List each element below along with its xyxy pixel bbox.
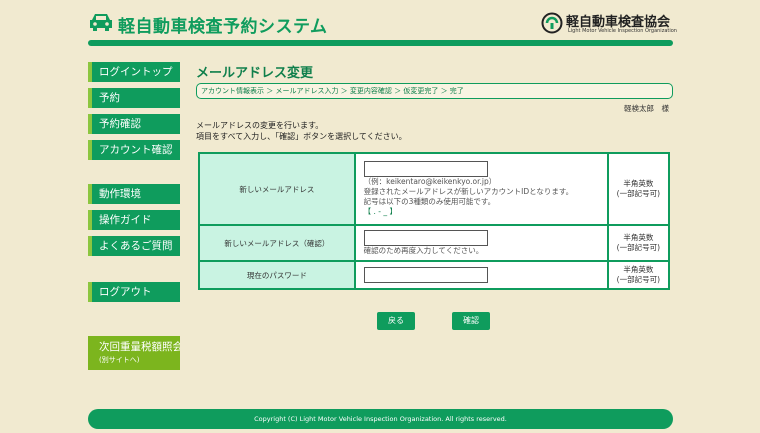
- site-title: 軽自動車検査予約システム: [118, 17, 328, 37]
- confirm-email-hint: 確認のため再度入力してください。: [363, 246, 484, 255]
- confirm-email-note: 半角英数 (一部記号可): [606, 224, 671, 262]
- header: 軽自動車検査予約システム 軽自動車検査協会 Light Motor Vehicl…: [88, 8, 677, 38]
- weight-tax-label: 次回重量税額照会: [99, 341, 180, 353]
- org-subtitle: Light Motor Vehicle Inspection Organizat…: [568, 28, 677, 34]
- breadcrumb: アカウント情報表示 ＞ メールアドレス入力 ＞ 変更内容確認 ＞ 仮変更完了 ＞…: [196, 83, 673, 99]
- new-email-note: 半角英数 (一部記号可): [606, 152, 671, 226]
- intro-text: メールアドレスの変更を行います。 項目をすべて入力し、「確認」ボタンを選択してく…: [196, 120, 407, 142]
- note-line-2: (一部記号可): [616, 243, 661, 252]
- note-line-1: 半角英数: [623, 179, 654, 188]
- current-password-label: 現在のパスワード: [198, 260, 356, 290]
- header-divider: [88, 40, 673, 46]
- new-email-hint-symbols: 記号は以下の3種類のみ使用可能です。: [363, 197, 496, 206]
- new-email-hint-id: 登録されたメールアドレスが新しいアカウントIDとなります。: [363, 187, 574, 196]
- intro-line-1: メールアドレスの変更を行います。: [196, 121, 324, 130]
- current-password-input[interactable]: [363, 267, 488, 283]
- sidebar-item-account-check[interactable]: アカウント確認: [88, 140, 180, 160]
- org-logo: 軽自動車検査協会 Light Motor Vehicle Inspection …: [541, 10, 677, 38]
- table-row: 現在のパスワード 半角英数 (一部記号可): [198, 260, 671, 290]
- new-email-input[interactable]: [363, 161, 488, 177]
- sidebar-item-reservation-check[interactable]: 予約確認: [88, 114, 180, 134]
- sidebar-item-environment[interactable]: 動作環境: [88, 184, 180, 204]
- user-name: 軽検太郎 様: [624, 104, 669, 113]
- new-email-example: （例：keikentaro@keikenkyo.or.jp）: [363, 177, 497, 186]
- email-change-form: 新しいメールアドレス （例：keikentaro@keikenkyo.or.jp…: [198, 152, 671, 290]
- footer-copyright: Copyright (C) Light Motor Vehicle Inspec…: [88, 409, 673, 429]
- confirm-email-input[interactable]: [363, 230, 488, 246]
- new-email-hint-allowed: 【 . - _ 】: [363, 207, 398, 216]
- sidebar-item-weight-tax[interactable]: 次回重量税額照会 (別サイトへ): [88, 336, 180, 370]
- confirm-email-cell: 確認のため再度入力してください。: [353, 224, 609, 262]
- page-title: メールアドレス変更: [196, 66, 314, 81]
- car-icon: [90, 14, 112, 31]
- note-line-1: 半角英数: [623, 233, 654, 242]
- external-site-note: (別サイトへ): [99, 356, 140, 364]
- confirm-email-label: 新しいメールアドレス（確認）: [198, 224, 356, 262]
- current-password-note: 半角英数 (一部記号可): [606, 260, 671, 290]
- intro-line-2: 項目をすべて入力し、「確認」ボタンを選択してください。: [196, 132, 407, 141]
- sidebar-item-logout[interactable]: ログアウト: [88, 282, 180, 302]
- current-password-cell: [353, 260, 609, 290]
- back-button[interactable]: 戻る: [377, 312, 415, 330]
- note-line-2: (一部記号可): [616, 189, 661, 198]
- table-row: 新しいメールアドレス（確認） 確認のため再度入力してください。 半角英数 (一部…: [198, 224, 671, 262]
- sidebar-item-guide[interactable]: 操作ガイド: [88, 210, 180, 230]
- note-line-2: (一部記号可): [616, 275, 661, 284]
- confirm-button[interactable]: 確認: [452, 312, 490, 330]
- new-email-label: 新しいメールアドレス: [198, 152, 356, 226]
- org-mark-icon: [541, 12, 563, 34]
- new-email-cell: （例：keikentaro@keikenkyo.or.jp） 登録されたメールア…: [353, 152, 609, 226]
- note-line-1: 半角英数: [623, 265, 654, 274]
- sidebar-item-reservation[interactable]: 予約: [88, 88, 180, 108]
- sidebar-item-faq[interactable]: よくあるご質問: [88, 236, 180, 256]
- table-row: 新しいメールアドレス （例：keikentaro@keikenkyo.or.jp…: [198, 152, 671, 226]
- sidebar-item-login-top[interactable]: ログイントップ: [88, 62, 180, 82]
